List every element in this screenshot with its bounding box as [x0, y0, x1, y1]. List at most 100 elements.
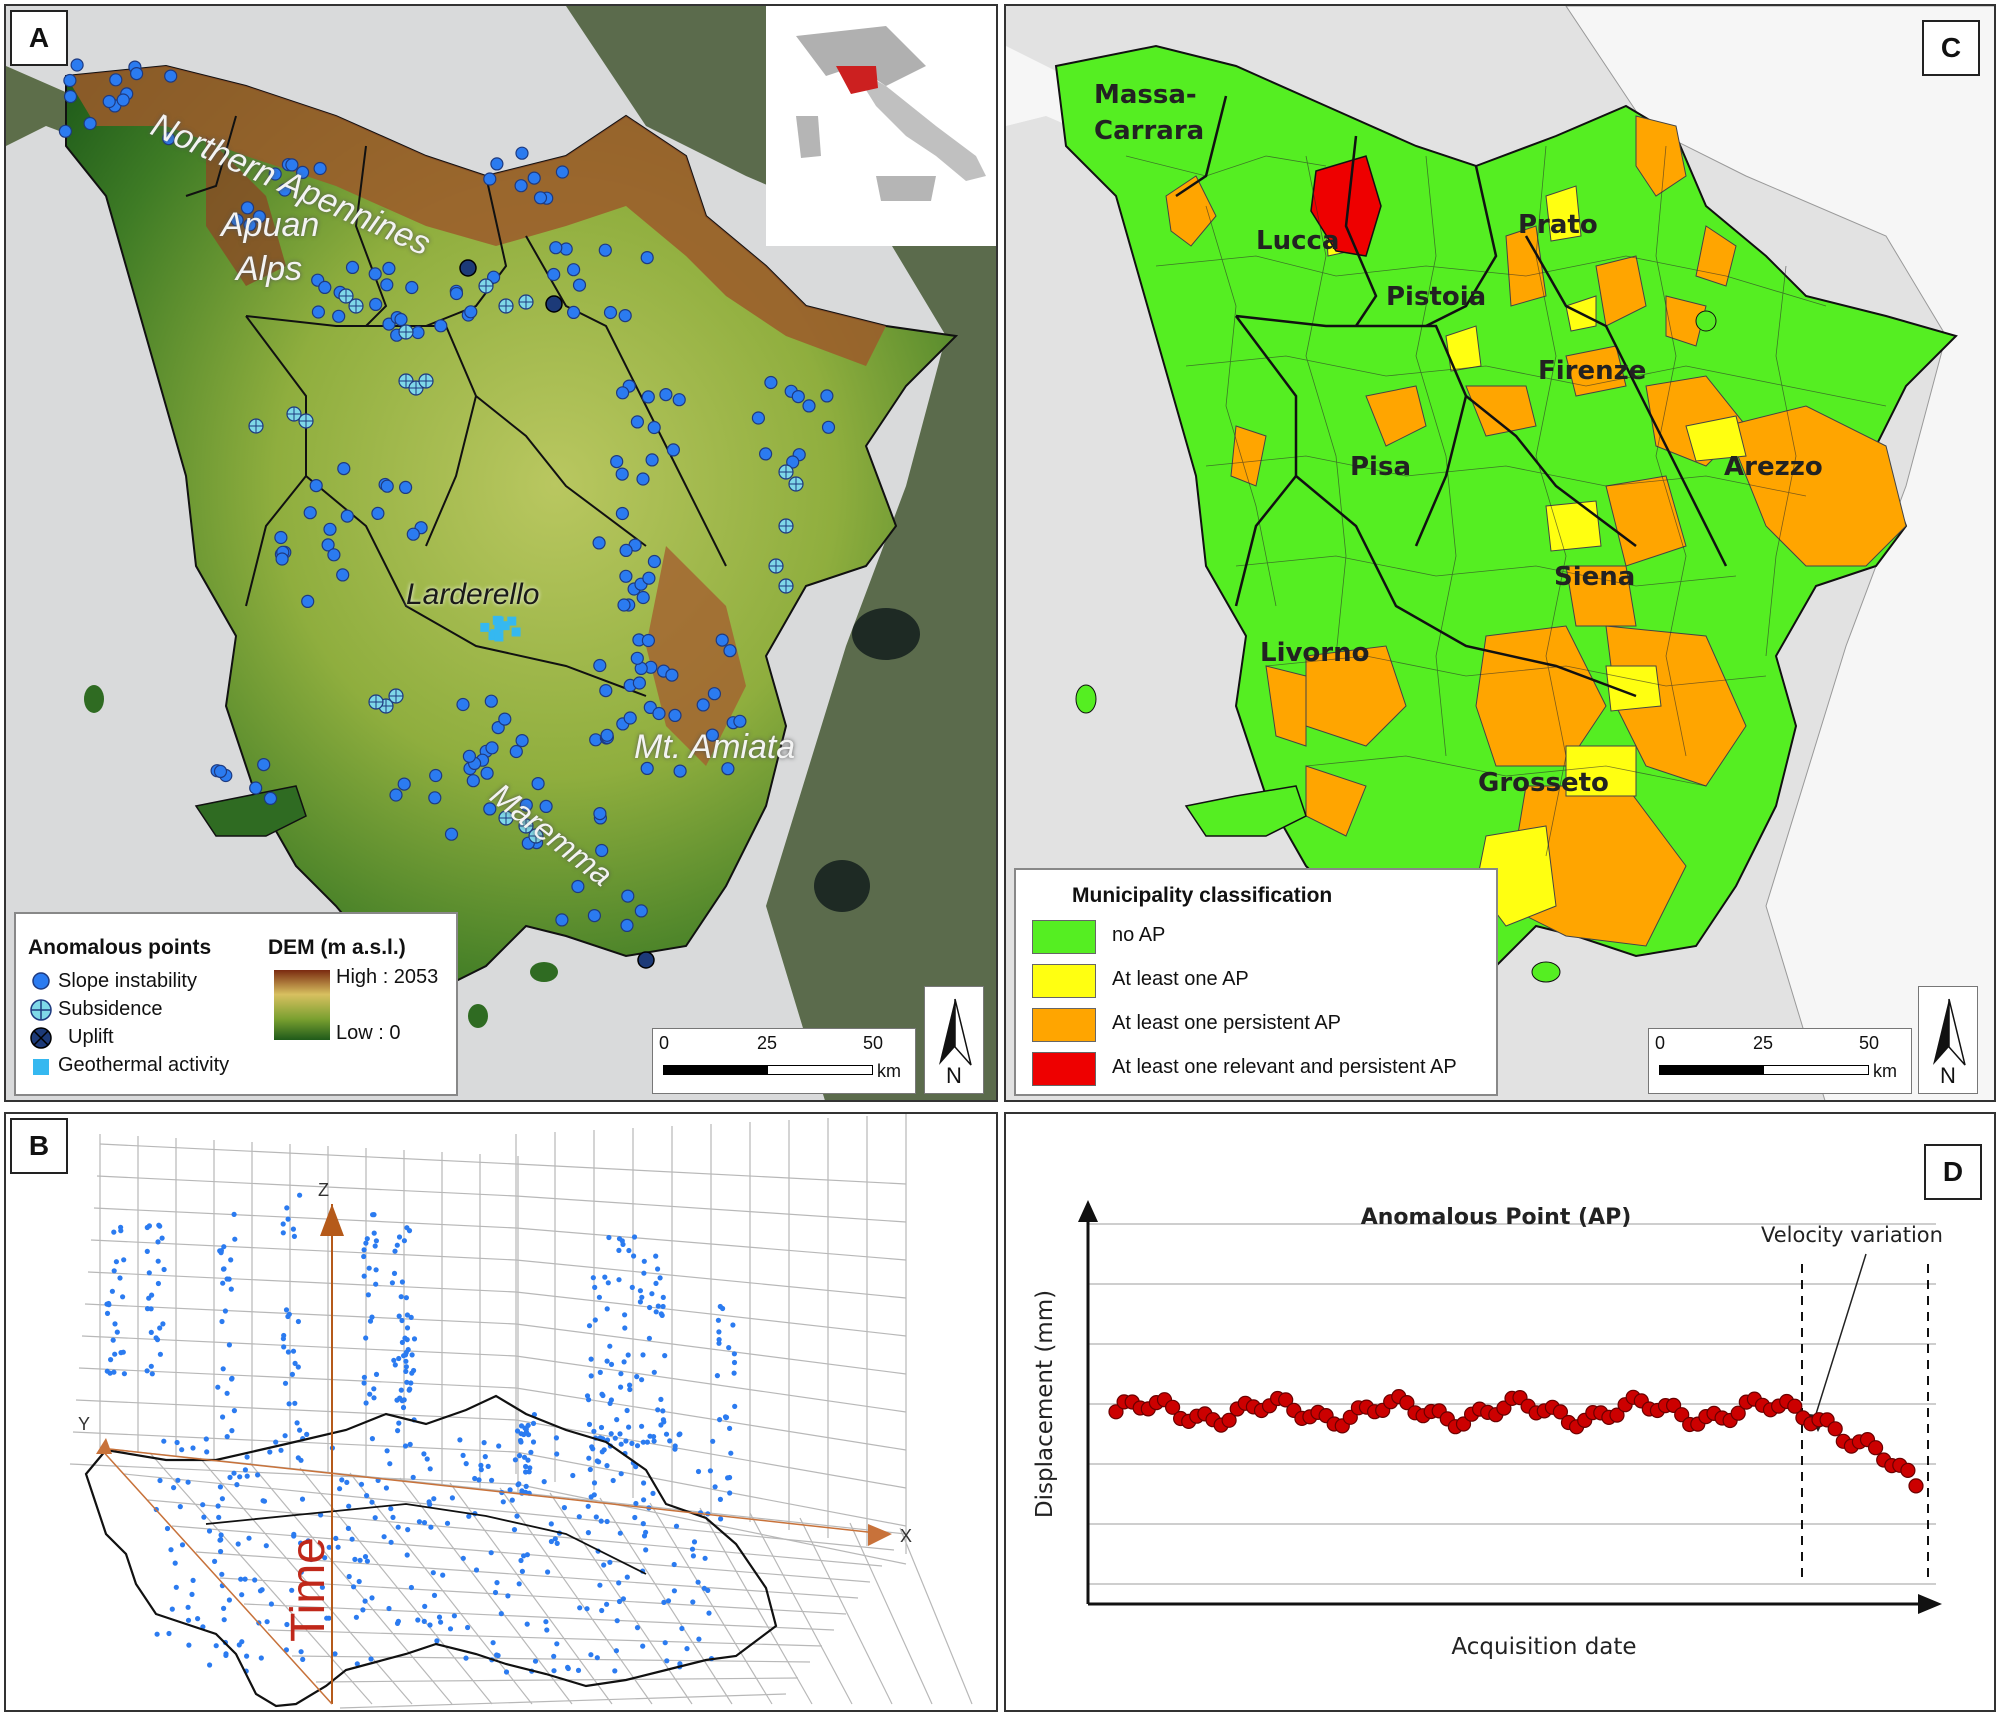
cube-point — [304, 1431, 310, 1437]
cube-point — [723, 1415, 729, 1421]
cube-point — [494, 1580, 500, 1586]
cube-point — [665, 1598, 672, 1604]
cube-point — [404, 1552, 410, 1558]
north-label: N — [946, 1063, 962, 1088]
province-massa-2: Carrara — [1094, 116, 1205, 146]
cube-point — [298, 1649, 304, 1655]
cube-point — [523, 1426, 529, 1432]
cube-point — [370, 1212, 376, 1218]
cube-point — [586, 1455, 592, 1461]
slope-point — [249, 781, 263, 795]
cube-point — [373, 1371, 380, 1377]
cube-point — [223, 1651, 229, 1657]
cube-point — [384, 1448, 390, 1454]
cube-point — [242, 1576, 248, 1582]
cube-point — [281, 1344, 287, 1350]
cube-point — [631, 1234, 638, 1240]
subsidence-point — [518, 294, 534, 310]
cube-point — [617, 1431, 623, 1437]
cube-point — [175, 1477, 181, 1483]
cube-point — [689, 1546, 696, 1552]
cube-point — [712, 1484, 718, 1490]
cube-back-grid-h — [69, 1463, 517, 1485]
cube-point — [394, 1242, 400, 1248]
cube-point — [357, 1557, 363, 1563]
cube-point — [660, 1408, 666, 1414]
cube-point — [605, 1280, 611, 1286]
legend-slope: Slope instability — [58, 970, 197, 992]
cube-point — [229, 1375, 235, 1381]
cube-point — [492, 1589, 499, 1596]
cube-point — [144, 1224, 150, 1231]
cube-point — [457, 1437, 463, 1443]
cube-point — [612, 1668, 618, 1674]
scale-unit: km — [1873, 1061, 1897, 1081]
chart-title: Anomalous Point (AP) — [1361, 1205, 1632, 1230]
cube-point — [604, 1306, 610, 1312]
cube-point — [641, 1497, 647, 1503]
slope-point — [484, 694, 498, 708]
y-axis-arrow — [96, 1438, 112, 1454]
cube-point — [226, 1597, 232, 1603]
cube-point — [512, 1457, 518, 1463]
geothermal-point — [500, 621, 510, 631]
cube-point — [402, 1443, 409, 1449]
slope-point — [733, 714, 747, 728]
cube-point — [372, 1515, 378, 1521]
cube-point — [485, 1463, 491, 1469]
cube-point — [395, 1524, 401, 1530]
cube-back-grid-h — [96, 1175, 517, 1197]
subsidence-point — [348, 298, 364, 314]
slope-point — [600, 728, 614, 742]
slope-point — [666, 443, 681, 457]
cube-point — [157, 1477, 163, 1484]
cube-point — [411, 1336, 418, 1342]
cube-point — [614, 1417, 620, 1423]
slope-point — [821, 420, 836, 434]
cube-point — [716, 1340, 722, 1346]
displacement-point — [1900, 1462, 1916, 1478]
cube-point — [607, 1343, 613, 1349]
slope-point — [527, 171, 541, 185]
cube-point — [399, 1317, 405, 1324]
cube-point — [716, 1329, 722, 1335]
cube-point — [157, 1223, 163, 1229]
cube-point — [409, 1370, 415, 1376]
cube-point — [677, 1431, 683, 1437]
slope-point — [696, 698, 710, 712]
cube-point — [155, 1239, 161, 1245]
slope-point — [336, 568, 350, 582]
cube-point — [655, 1407, 661, 1413]
cube-point — [114, 1329, 120, 1335]
cube-point — [524, 1621, 530, 1627]
cube-point — [662, 1353, 668, 1359]
slope-point — [485, 741, 499, 755]
cube-point — [227, 1474, 233, 1480]
slope-point — [406, 527, 420, 541]
slope-point — [610, 455, 624, 469]
slope-point — [380, 479, 394, 493]
cube-point — [106, 1300, 112, 1307]
cube-point — [422, 1603, 428, 1609]
cube-point — [640, 1643, 646, 1649]
cube-point — [290, 1226, 296, 1232]
cube-point — [112, 1321, 118, 1327]
cube-point — [224, 1276, 230, 1282]
dem-color-ramp — [274, 970, 330, 1040]
cube-point — [597, 1369, 603, 1375]
slope-point — [483, 172, 497, 186]
cube-point — [160, 1321, 166, 1327]
cube-point — [217, 1484, 223, 1490]
cube-point — [718, 1516, 724, 1522]
cube-point — [421, 1618, 427, 1624]
cube-point — [394, 1397, 400, 1403]
cube-point — [594, 1458, 600, 1464]
cube-point — [667, 1438, 673, 1444]
cube-point — [121, 1257, 127, 1263]
slope-point — [389, 788, 403, 802]
slope-point — [371, 506, 385, 520]
cube-point — [516, 1581, 522, 1587]
province-pisa: Pisa — [1350, 452, 1411, 482]
slope-point — [549, 241, 563, 255]
cube-point — [404, 1225, 410, 1231]
